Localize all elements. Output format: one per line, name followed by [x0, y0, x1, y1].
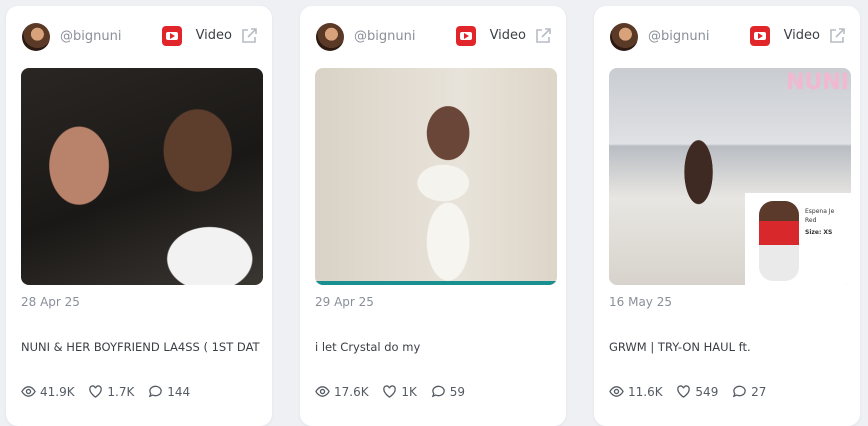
video-thumbnail[interactable] — [315, 68, 557, 285]
avatar[interactable] — [22, 23, 50, 51]
heart-icon — [677, 385, 691, 398]
likes-stat: 549 — [676, 384, 718, 399]
youtube-icon — [162, 26, 182, 46]
comments-count: 59 — [449, 384, 466, 399]
likes-count: 549 — [695, 384, 719, 399]
post-stats: 41.9K 1.7K 144 — [21, 384, 200, 400]
post-date: 29 Apr 25 — [315, 295, 374, 309]
eye-icon — [315, 386, 330, 397]
comments-stat: 59 — [431, 384, 465, 399]
video-thumbnail[interactable]: NUNI Espena Je Red Size: XS — [609, 68, 851, 285]
likes-count: 1K — [401, 384, 417, 399]
comment-icon — [148, 385, 162, 398]
post-card[interactable]: @bignuni Video 28 Apr 25 NUNI & HER BOYF… — [6, 6, 272, 426]
product-name: Espena Je — [805, 208, 835, 215]
content-type-label: Video — [783, 28, 820, 43]
views-stat: 11.6K — [609, 384, 663, 399]
product-inset: Espena Je Red Size: XS — [745, 193, 851, 285]
content-type-label: Video — [489, 28, 526, 43]
thumbnail-progress-bar — [315, 281, 557, 285]
external-link-icon[interactable] — [240, 27, 258, 45]
post-card[interactable]: @bignuni Video 29 Apr 25 i let Crystal d… — [300, 6, 566, 426]
content-type-label: Video — [195, 28, 232, 43]
creator-handle[interactable]: @bignuni — [60, 29, 121, 44]
comment-icon — [431, 385, 445, 398]
likes-count: 1.7K — [107, 384, 135, 399]
likes-stat: 1.7K — [88, 384, 134, 399]
product-details: Espena Je Red Size: XS — [805, 207, 834, 237]
youtube-icon — [750, 26, 770, 46]
card-header: @bignuni Video — [316, 22, 552, 52]
views-stat: 17.6K — [315, 384, 369, 399]
comments-stat: 144 — [148, 384, 190, 399]
comments-stat: 27 — [732, 384, 766, 399]
product-size: Size: XS — [805, 229, 833, 236]
eye-icon — [609, 386, 624, 397]
heart-icon — [89, 385, 103, 398]
comments-count: 27 — [751, 384, 767, 399]
post-title[interactable]: i let Crystal do my — [315, 340, 554, 354]
post-title[interactable]: NUNI & HER BOYFRIEND LA4SS ( 1ST DATE ) — [21, 340, 260, 354]
eye-icon — [21, 386, 36, 397]
card-header: @bignuni Video — [610, 22, 846, 52]
card-header: @bignuni Video — [22, 22, 258, 52]
avatar[interactable] — [610, 23, 638, 51]
avatar[interactable] — [316, 23, 344, 51]
thumbnail-brand-text: NUNI — [786, 70, 849, 95]
post-card[interactable]: @bignuni Video NUNI Espena Je Red Size: … — [594, 6, 860, 426]
likes-stat: 1K — [382, 384, 417, 399]
post-stats: 17.6K 1K 59 — [315, 384, 475, 400]
external-link-icon[interactable] — [828, 27, 846, 45]
post-date: 16 May 25 — [609, 295, 672, 309]
views-count: 11.6K — [628, 384, 663, 399]
post-title[interactable]: GRWM | TRY-ON HAUL ft. — [609, 340, 848, 354]
post-stats: 11.6K 549 27 — [609, 384, 776, 400]
views-stat: 41.9K — [21, 384, 75, 399]
heart-icon — [383, 385, 397, 398]
views-count: 17.6K — [334, 384, 369, 399]
youtube-icon — [456, 26, 476, 46]
creator-handle[interactable]: @bignuni — [648, 29, 709, 44]
product-image — [759, 201, 799, 281]
creator-handle[interactable]: @bignuni — [354, 29, 415, 44]
views-count: 41.9K — [40, 384, 75, 399]
video-thumbnail[interactable] — [21, 68, 263, 285]
post-date: 28 Apr 25 — [21, 295, 80, 309]
comments-count: 144 — [167, 384, 191, 399]
comment-icon — [732, 385, 746, 398]
product-color: Red — [805, 217, 817, 224]
external-link-icon[interactable] — [534, 27, 552, 45]
